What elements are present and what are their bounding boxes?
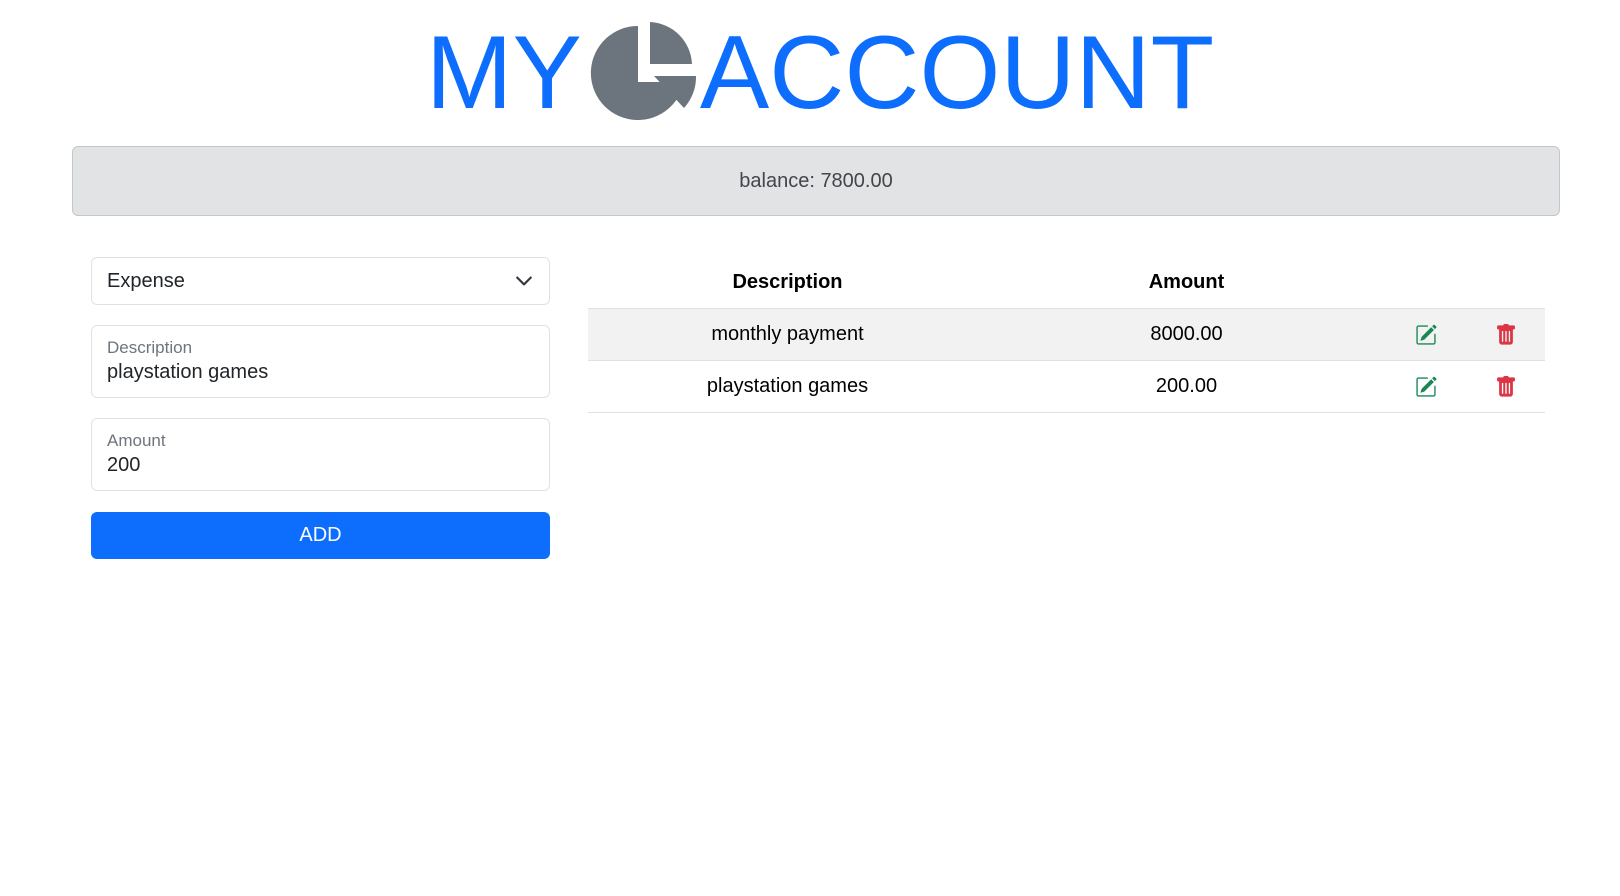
row-amount: 200.00 [1155,375,1218,397]
page: MY ACCOUNT balance: 7800.00 Expense Desc… [0,0,1620,896]
amount-input[interactable]: 200 [107,452,534,478]
transaction-form: Expense Description playstation games Am… [91,257,550,559]
transactions-table: Description Amount monthly payment 8000.… [588,257,1545,413]
trash-icon[interactable] [1495,323,1517,346]
table-row: playstation games 200.00 [588,361,1545,413]
table-header: Description Amount [588,257,1545,309]
row-description: monthly payment [711,323,864,345]
app-title: MY ACCOUNT [426,14,1214,132]
trash-icon[interactable] [1495,375,1517,398]
title-left: MY [425,15,582,131]
add-button[interactable]: ADD [91,512,550,559]
chevron-down-icon [516,276,532,286]
type-select-value: Expense [107,269,185,292]
description-input[interactable]: playstation games [107,359,534,385]
type-select[interactable]: Expense [91,257,550,305]
title-right: ACCOUNT [699,15,1215,131]
balance-alert: balance: 7800.00 [72,146,1560,216]
app-header: MY ACCOUNT [0,14,1620,132]
amount-label: Amount [107,431,166,450]
table-row: monthly payment 8000.00 [588,309,1545,361]
edit-icon[interactable] [1415,324,1437,346]
balance-text: balance: 7800.00 [739,169,893,192]
row-amount: 8000.00 [1150,323,1223,345]
description-field[interactable]: Description playstation games [91,325,550,398]
row-description: playstation games [706,375,869,397]
edit-icon[interactable] [1415,376,1437,398]
amount-field[interactable]: Amount 200 [91,418,550,491]
header-amount: Amount [1148,271,1225,293]
header-description: Description [732,271,843,293]
pie-chart-icon [590,20,696,126]
description-label: Description [107,338,193,357]
